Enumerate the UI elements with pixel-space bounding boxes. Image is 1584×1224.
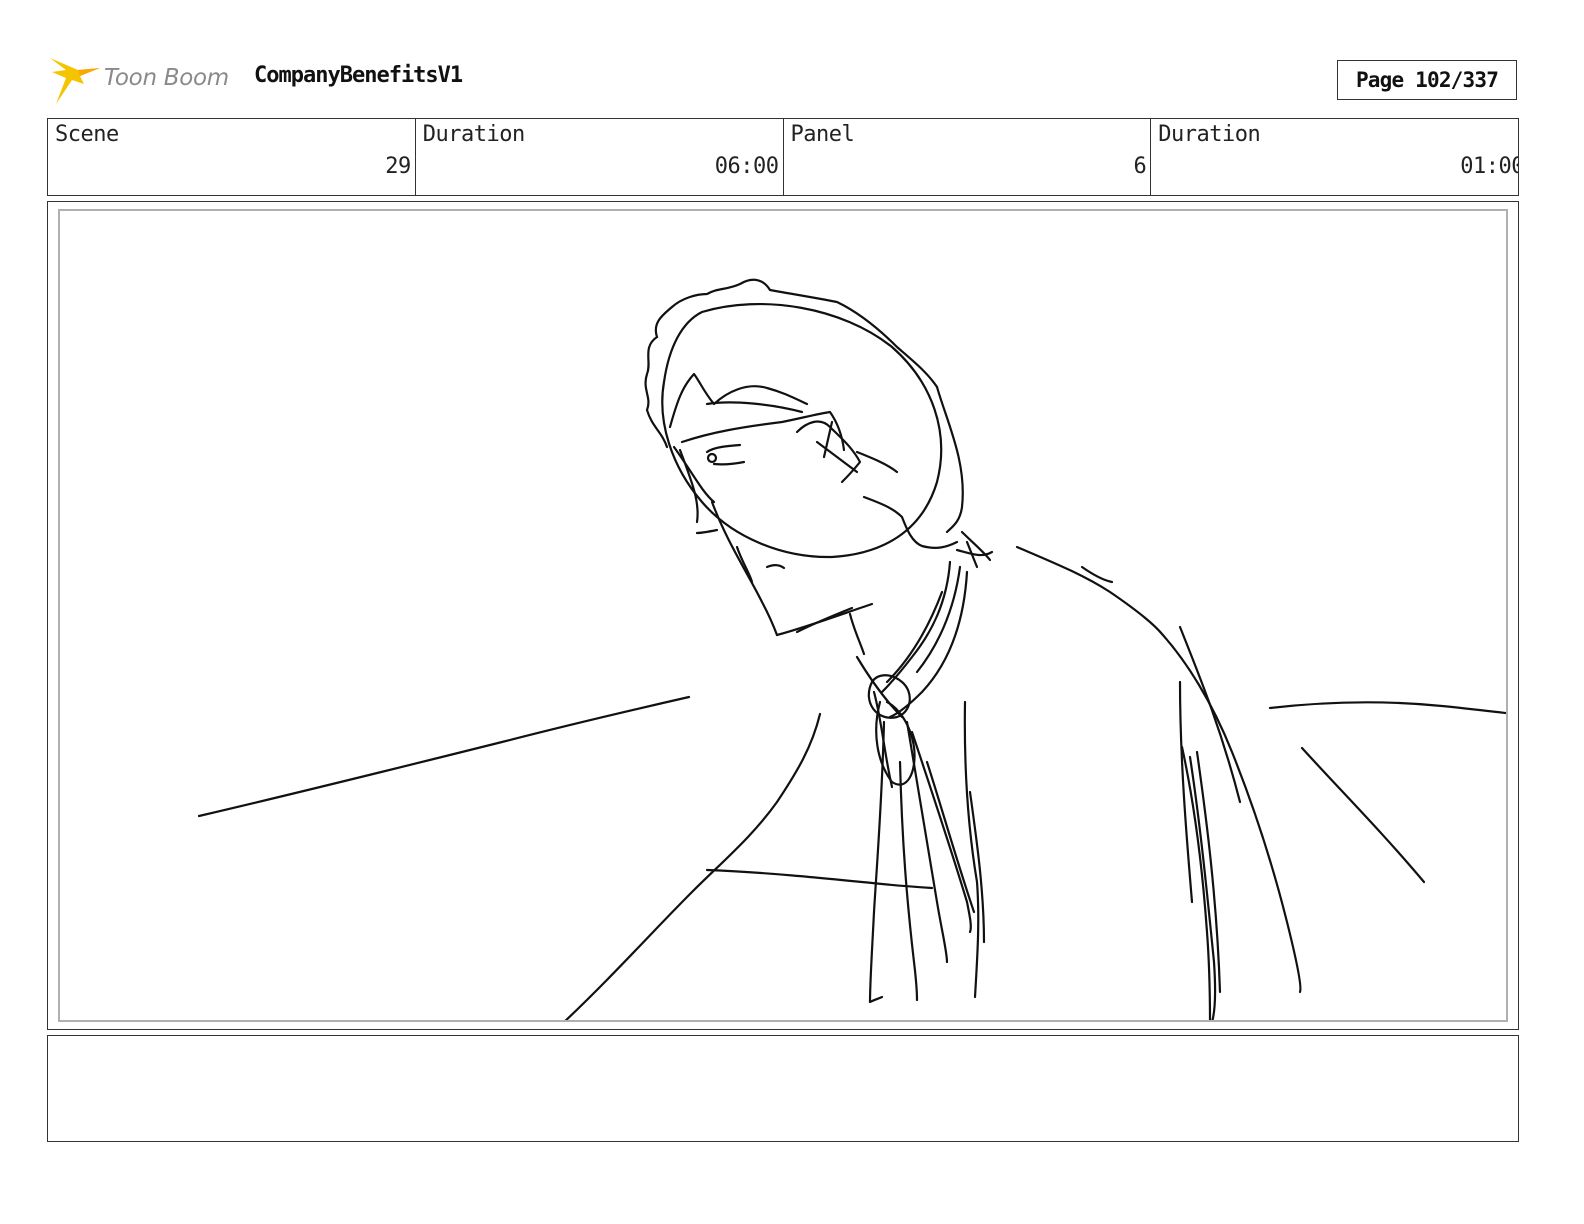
panel-duration-cell: Duration 01:00 [1151,119,1518,195]
panel-info-row: Scene 29 Duration 06:00 Panel 6 Duration… [47,118,1519,196]
project-title: CompanyBenefitsV1 [254,63,463,88]
scene-cell: Scene 29 [48,119,416,195]
scene-label: Scene [55,122,119,147]
panel-duration-label: Duration [1158,122,1261,147]
panel-duration-value: 01:00 [1460,154,1518,179]
logo-text: Toon Boom [104,65,229,91]
toon-boom-logo: Toon Boom [50,54,240,108]
panel-label: Panel [790,122,855,147]
storyboard-panel-image [58,209,1508,1022]
panel-notes-box [47,1035,1519,1142]
panel-value: 6 [1133,154,1147,179]
toon-boom-star-icon [50,58,100,104]
page-indicator: Page 102/337 [1337,60,1517,100]
sketch-drawing [197,278,1506,1020]
scene-duration-cell: Duration 06:00 [416,119,784,195]
scene-value: 29 [385,154,411,179]
scene-duration-value: 06:00 [714,154,779,179]
scene-duration-label: Duration [422,122,525,147]
panel-cell: Panel 6 [784,119,1152,195]
